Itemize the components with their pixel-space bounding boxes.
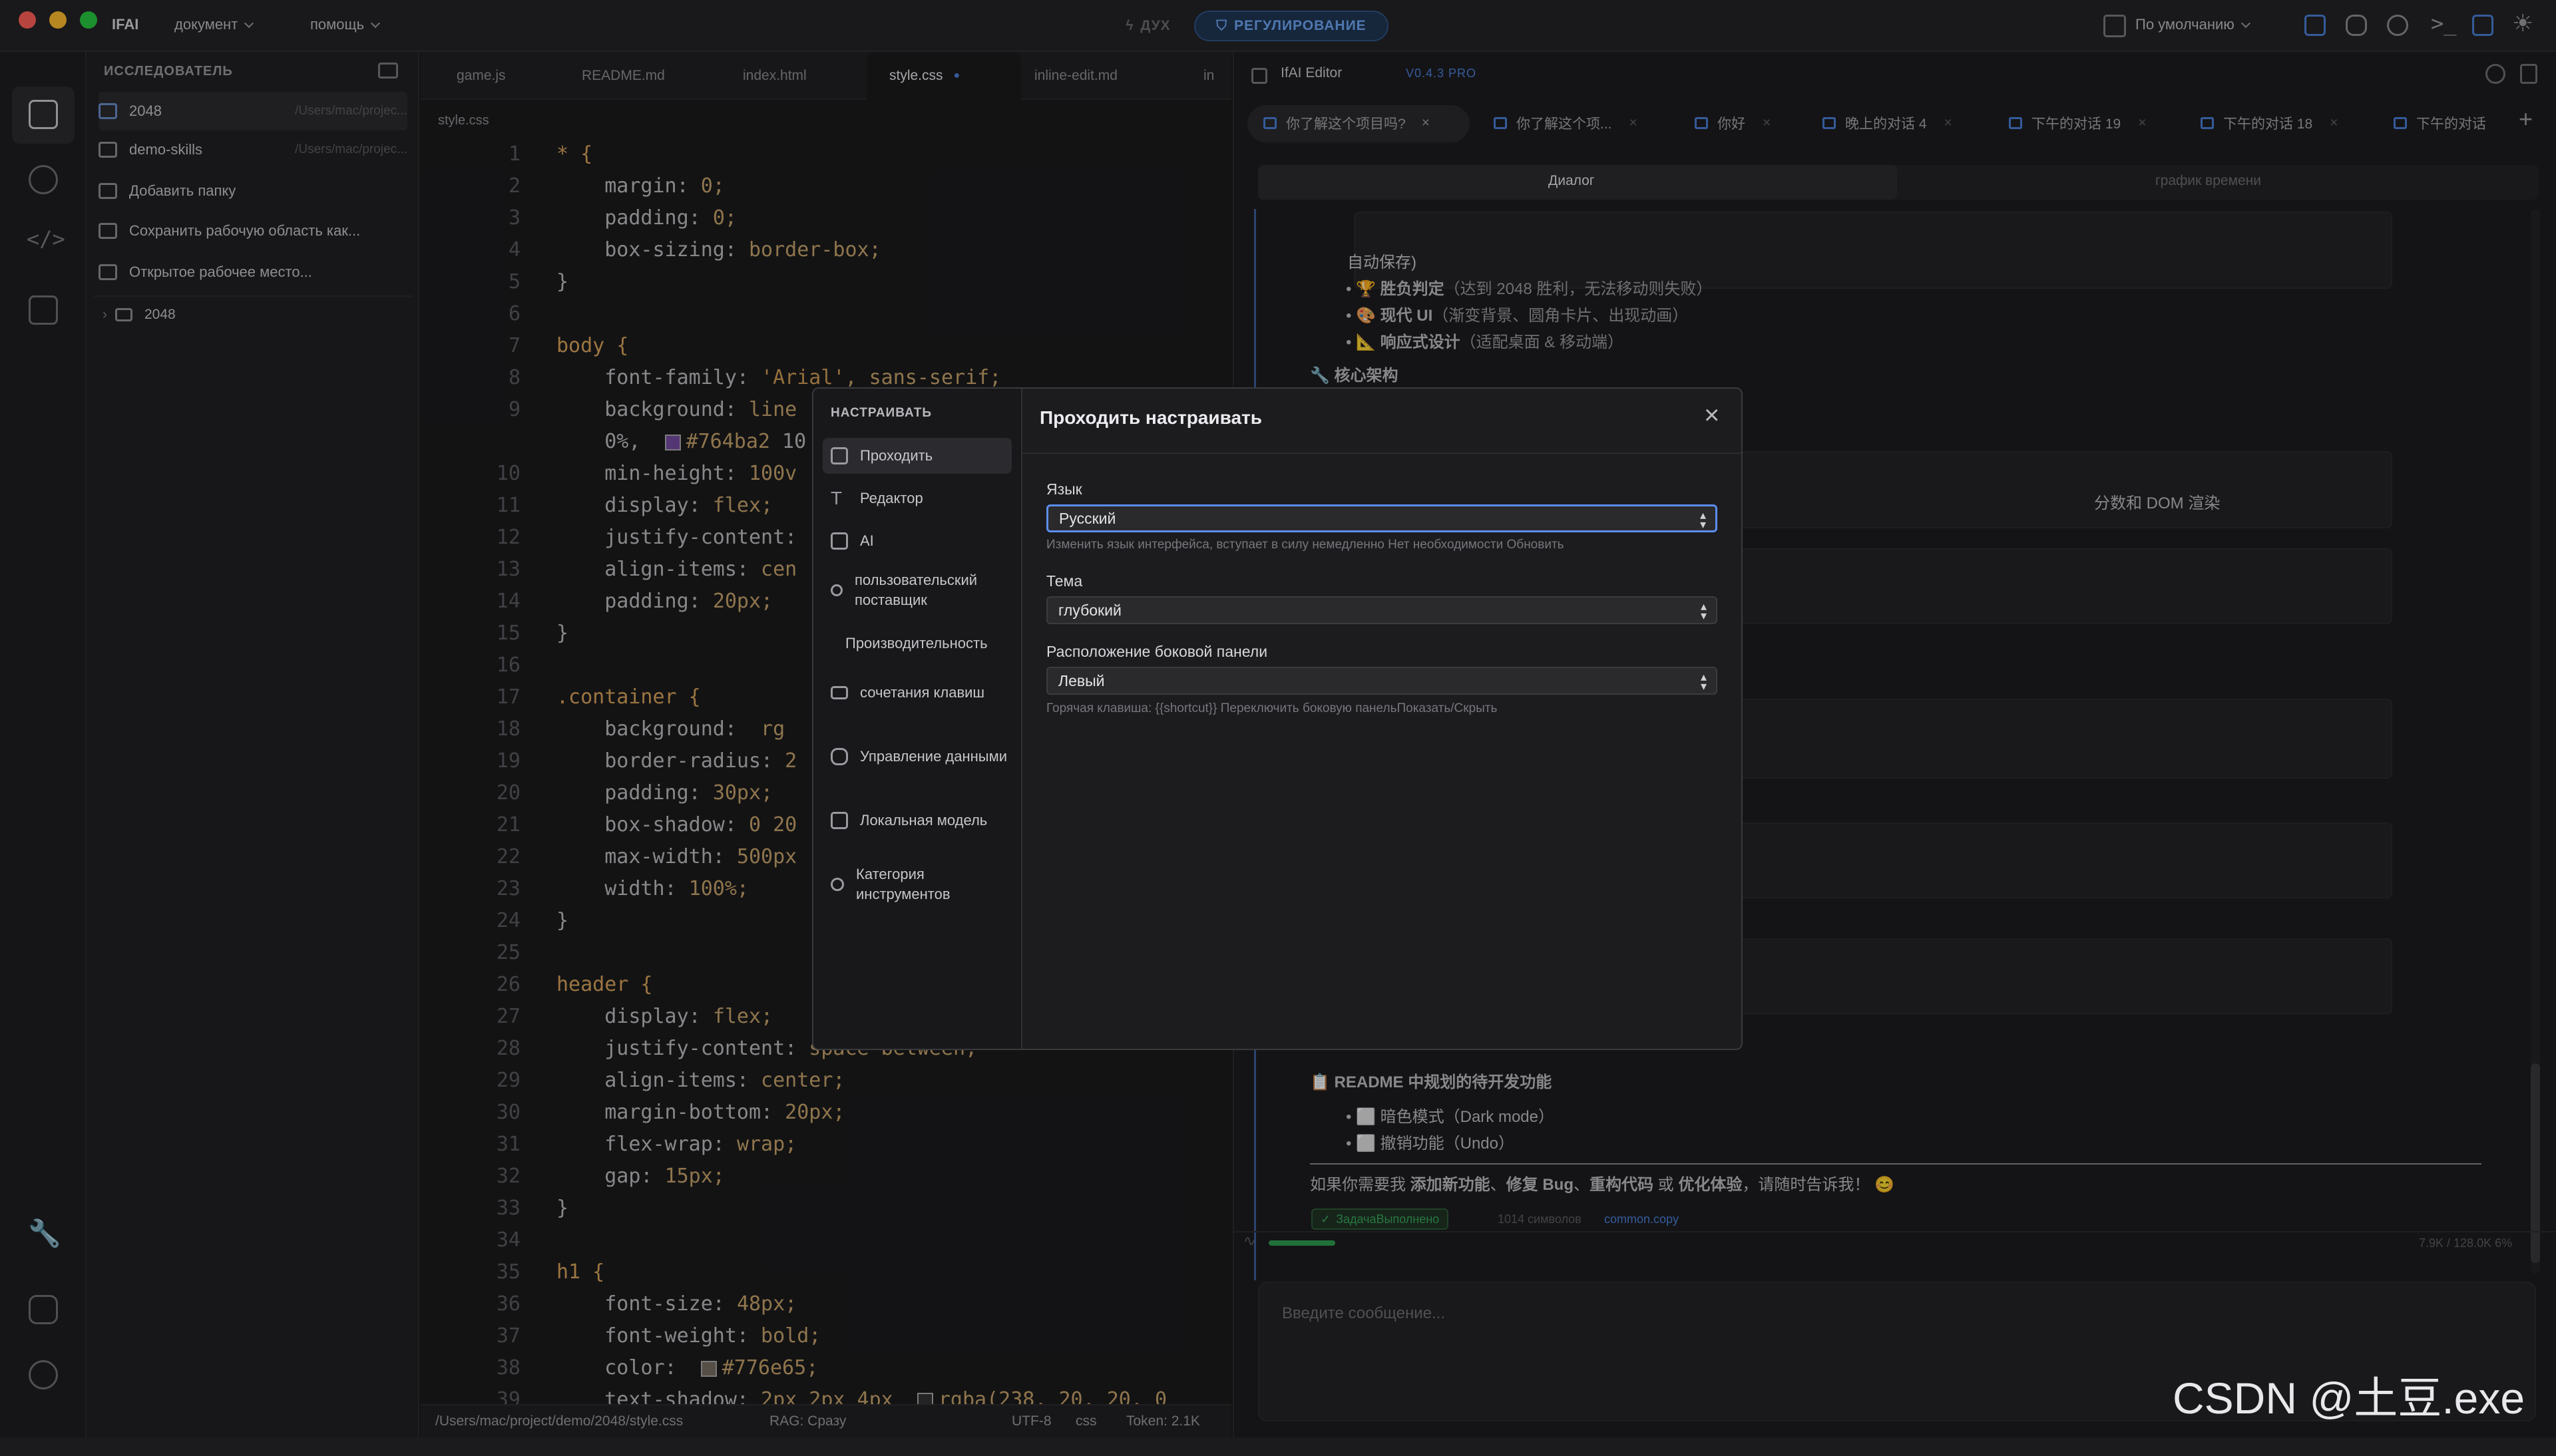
select-arrows-icon: ▴ ▾	[1699, 508, 1706, 531]
database-icon	[831, 748, 848, 765]
globe-icon	[831, 584, 843, 596]
theme-select[interactable]: глубокий ▴ ▾	[1046, 596, 1717, 624]
select-arrows-icon: ▴ ▾	[1700, 600, 1707, 622]
cpu-icon	[831, 812, 848, 829]
settings-item-label: сочетания клавиш	[860, 684, 985, 701]
divider	[1022, 453, 1741, 454]
target-icon	[831, 878, 844, 891]
settings-item-shortcuts[interactable]: сочетания клавиш	[823, 669, 1012, 716]
settings-item-data[interactable]: Управление данными	[823, 733, 1012, 780]
settings-item-editor[interactable]: T Редактор	[823, 480, 1012, 516]
settings-modal: НАСТРАИВАТЬ Проходить T Редактор AI польз…	[812, 387, 1743, 1050]
text-icon: T	[831, 488, 843, 508]
settings-title: Проходить настраивать	[1040, 407, 1262, 428]
settings-item-custom-provider[interactable]: пользовательский поставщик	[823, 567, 1012, 614]
settings-sidebar-header: НАСТРАИВАТЬ	[831, 406, 933, 420]
chip-icon	[831, 532, 848, 550]
keyboard-icon	[831, 686, 848, 699]
settings-item-general[interactable]: Проходить	[823, 438, 1012, 474]
settings-item-label: AI	[860, 532, 874, 549]
settings-item-label: Управление данными	[860, 748, 1008, 765]
select-arrows-icon: ▴ ▾	[1700, 670, 1707, 693]
theme-value: глубокий	[1058, 601, 1122, 619]
settings-sidebar: НАСТРАИВАТЬ Проходить T Редактор AI польз…	[813, 389, 1022, 1049]
watermark: CSDN @土豆.exe	[2173, 1373, 2525, 1423]
settings-item-label: Локальная модель	[860, 812, 988, 828]
settings-item-label: Категория инструментов	[856, 866, 951, 902]
settings-item-label: пользовательский поставщик	[855, 572, 978, 608]
sidebar-position-label: Расположение боковой панели	[1046, 643, 1268, 660]
close-icon[interactable]: ×	[1704, 402, 1719, 429]
sidebar-position-select[interactable]: Левый ▴ ▾	[1046, 667, 1717, 695]
sidebar-position-value: Левый	[1058, 671, 1105, 689]
settings-item-local-model[interactable]: Локальная модель	[823, 797, 1012, 844]
settings-item-label: Редактор	[860, 490, 923, 506]
settings-item-tool-category[interactable]: Категория инструментов	[823, 861, 1012, 908]
settings-item-label: Проходить	[860, 447, 933, 464]
language-value: Русский	[1059, 509, 1116, 527]
language-select[interactable]: Русский ▴ ▾	[1046, 504, 1717, 532]
sidebar-position-hint: Горячая клавиша: {{shortcut}} Переключит…	[1046, 701, 1498, 715]
settings-item-performance[interactable]: Производительность	[823, 626, 1012, 661]
settings-item-label: Производительность	[845, 635, 988, 651]
monitor-icon	[831, 447, 848, 464]
settings-item-ai[interactable]: AI	[823, 523, 1012, 559]
language-hint: Изменить язык интерфейса, вступает в сил…	[1046, 538, 1564, 552]
language-label: Язык	[1046, 480, 1082, 498]
theme-label: Тема	[1046, 572, 1083, 590]
